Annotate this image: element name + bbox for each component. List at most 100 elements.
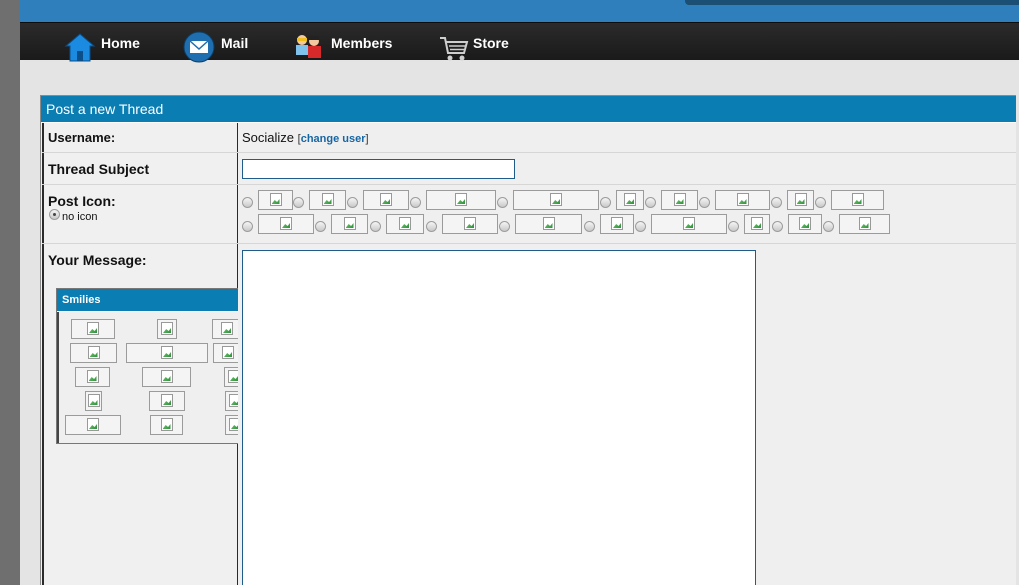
post-icon-image [258,190,293,210]
smiley-image[interactable] [149,391,185,411]
broken-image-icon [343,217,356,230]
subject-label: Thread Subject [48,161,150,177]
new-thread-form: Post a new Thread Username: Socialize [c… [40,95,1016,585]
post-icon-options [238,185,1016,243]
post-icon-radio[interactable] [293,197,304,208]
smiley-image[interactable] [71,319,115,339]
post-icon-image [442,214,498,234]
broken-image-icon [380,193,392,206]
post-icon-radio[interactable] [823,221,834,232]
form-header: Post a new Thread [41,96,1016,123]
nav-members[interactable]: Members [292,23,402,60]
post-icon-radio[interactable] [426,221,437,232]
post-icon-radio[interactable] [584,221,595,232]
broken-image-icon [611,217,623,230]
username-value-wrap: Socialize [change user] [242,130,369,145]
broken-image-icon [751,217,763,230]
nav-store[interactable]: Store [438,23,528,61]
broken-image-icon [87,322,99,335]
mail-icon [183,31,215,63]
post-icon-radio[interactable] [242,221,253,232]
post-icon-image [661,190,698,210]
broken-image-icon [399,217,411,230]
post-icon-image [839,214,890,234]
post-icon-image [258,214,314,234]
post-icon-image [787,190,814,210]
broken-image-icon [161,322,173,335]
subject-label-cell: Thread Subject [42,153,238,184]
smilies-grid [57,312,240,443]
broken-image-icon [161,394,173,407]
smiley-image[interactable] [75,367,110,387]
post-icon-radio[interactable] [242,197,253,208]
message-textarea[interactable] [242,250,756,585]
post-icon-radio[interactable] [410,197,421,208]
post-icon-radio[interactable] [699,197,710,208]
no-icon-label: no icon [62,211,98,223]
post-icon-radio[interactable] [499,221,510,232]
subject-input[interactable] [242,159,515,179]
nav-mail[interactable]: Mail [183,23,273,63]
post-icon-radio[interactable] [645,197,656,208]
post-icon-radio[interactable] [635,221,646,232]
post-icon-image [386,214,424,234]
broken-image-icon [87,346,100,359]
post-icon-radio[interactable] [497,197,508,208]
smiley-image[interactable] [212,319,240,339]
smiley-image[interactable] [213,343,240,363]
broken-image-icon [87,394,100,407]
page: Home Mail Members Store Post a new Threa… [20,0,1019,585]
post-icon-radio[interactable] [772,221,783,232]
subject-input-cell [238,153,1016,184]
smiley-image[interactable] [70,343,117,363]
broken-image-icon [86,370,99,383]
nav-mail-label: Mail [221,35,249,51]
post-icon-row: Post Icon: no icon [42,185,1016,244]
smiley-image[interactable] [65,415,121,435]
post-icon-image [363,190,409,210]
smiley-image[interactable] [150,415,183,435]
post-icon-radio[interactable] [815,197,826,208]
search-bar[interactable] [685,0,1019,5]
post-icon-image [426,190,496,210]
post-icon-image [309,190,346,210]
smiley-image[interactable] [85,391,102,411]
no-icon-radio[interactable] [49,209,60,220]
post-icon-radio[interactable] [347,197,358,208]
post-icon-radio[interactable] [600,197,611,208]
post-icon-image [513,190,599,210]
nav-home[interactable]: Home [64,23,154,62]
broken-image-icon [858,217,871,230]
post-icon-radio[interactable] [728,221,739,232]
smilies-box: Smilies [56,288,240,444]
broken-image-icon [464,217,476,230]
broken-image-icon [624,193,636,206]
broken-image-icon [87,418,99,431]
smiley-image[interactable] [157,319,177,339]
username-value-cell: Socialize [change user] [238,123,1016,152]
post-icon-image [616,190,644,210]
message-label-cell: Your Message: Smilies [42,244,240,585]
post-icon-radio[interactable] [771,197,782,208]
change-user-link[interactable]: change user [301,133,366,145]
subject-row: Thread Subject [42,153,1016,185]
message-input-cell [238,244,1016,585]
post-icon-image [651,214,727,234]
members-icon [296,35,321,58]
broken-image-icon [222,346,234,359]
post-icon-image [788,214,822,234]
post-icon-radio[interactable] [315,221,326,232]
broken-image-icon [269,193,282,206]
post-icon-image [831,190,884,210]
post-icon-image [744,214,770,234]
post-icon-radio[interactable] [370,221,381,232]
broken-image-icon [542,217,555,230]
broken-image-icon [799,217,811,230]
smiley-image[interactable] [126,343,208,363]
smiley-image[interactable] [142,367,191,387]
broken-image-icon [736,193,749,206]
form-title: Post a new Thread [46,101,164,117]
message-label: Your Message: [48,252,147,268]
broken-image-icon [455,193,467,206]
change-user-bracket-close: ] [365,133,369,145]
